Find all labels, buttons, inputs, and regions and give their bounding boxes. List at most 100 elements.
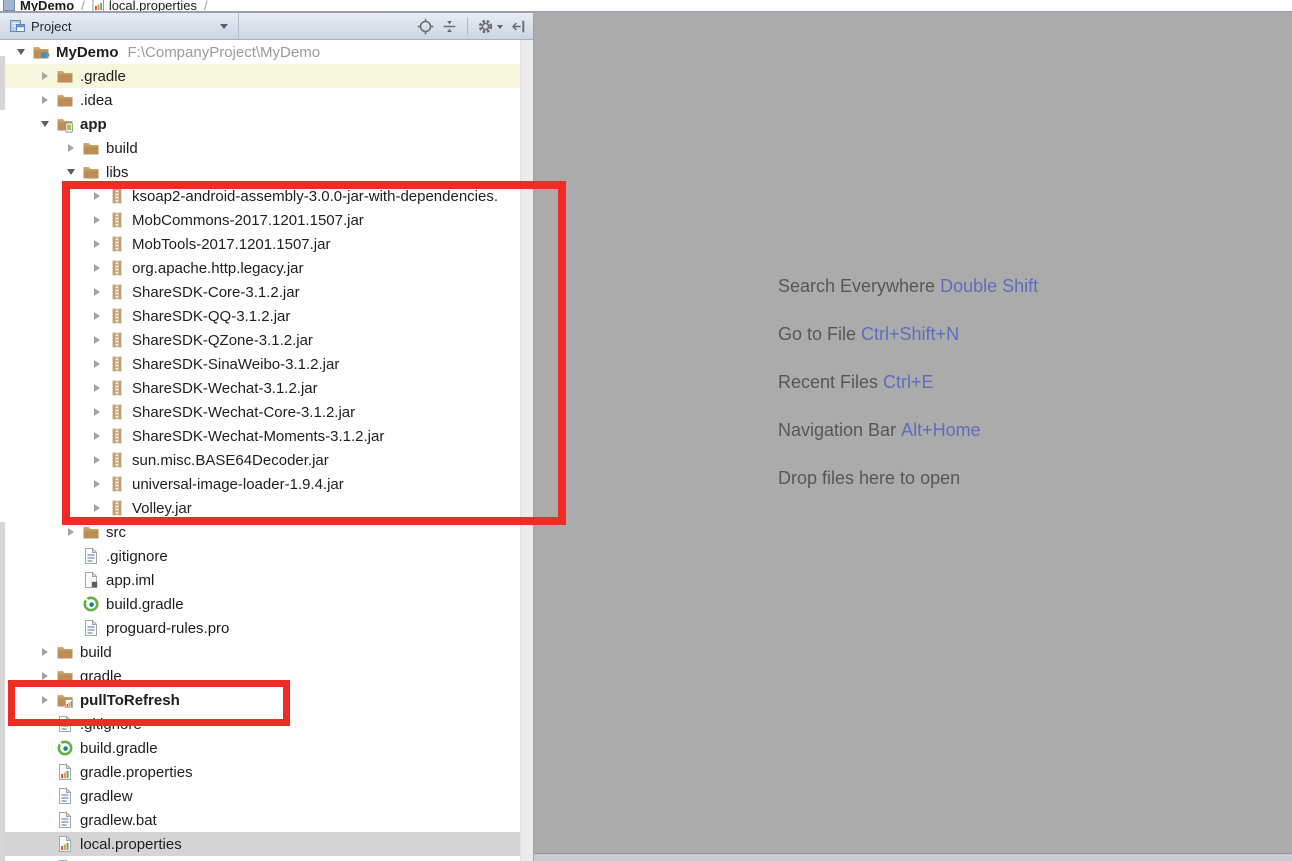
chevron-down-icon[interactable] [497, 24, 503, 29]
tree-item-label: MyDemo [56, 43, 119, 61]
chevron-collapsed-icon[interactable] [86, 280, 108, 304]
chevron-expanded-icon[interactable] [10, 40, 32, 64]
file-text-icon [56, 811, 74, 829]
project-tree: MyDemo F:\CompanyProject\MyDemo .gradle .id… [0, 40, 520, 861]
panel-toolbar [417, 18, 527, 35]
arrow-spacer [34, 712, 56, 736]
settings-gear-icon[interactable] [477, 18, 494, 35]
chevron-collapsed-icon[interactable] [86, 232, 108, 256]
tree-row-Volley.jar[interactable]: Volley.jar [0, 496, 520, 520]
tree-row-MobCommons-2017.1201.1507.jar[interactable]: MobCommons-2017.1201.1507.jar [0, 208, 520, 232]
tree-row-app.iml[interactable]: app.iml [0, 568, 520, 592]
arrow-spacer [34, 856, 56, 861]
tree-row-ksoap2-android-assembly-3.0.0-jar-with-dependencies.[interactable]: ksoap2-android-assembly-3.0.0-jar-with-d… [0, 184, 520, 208]
tree-row-.gitignore[interactable]: .gitignore [0, 544, 520, 568]
tree-item-label: app.iml [106, 571, 155, 589]
collapse-all-icon[interactable] [441, 18, 458, 35]
tree-row-ShareSDK-Wechat-Moments-3.1.2.jar[interactable]: ShareSDK-Wechat-Moments-3.1.2.jar [0, 424, 520, 448]
chevron-collapsed-icon[interactable] [60, 520, 82, 544]
chevron-collapsed-icon[interactable] [86, 472, 108, 496]
locate-icon[interactable] [417, 18, 434, 35]
tree-row-ShareSDK-QZone-3.1.2.jar[interactable]: ShareSDK-QZone-3.1.2.jar [0, 328, 520, 352]
chevron-expanded-icon[interactable] [60, 160, 82, 184]
tree-row-build.gradle[interactable]: build.gradle [0, 592, 520, 616]
tree-row-build.gradle[interactable]: build.gradle [0, 736, 520, 760]
tree-row-src[interactable]: src [0, 520, 520, 544]
tree-row-local.properties[interactable]: local.properties [0, 832, 520, 856]
tree-row-gradle[interactable]: gradle [0, 664, 520, 688]
tree-row-pullToRefresh[interactable]: pullToRefresh [0, 688, 520, 712]
tree-row-libs[interactable]: libs [0, 160, 520, 184]
chevron-collapsed-icon[interactable] [86, 328, 108, 352]
chevron-collapsed-icon[interactable] [34, 88, 56, 112]
tree-row-ShareSDK-SinaWeibo-3.1.2.jar[interactable]: ShareSDK-SinaWeibo-3.1.2.jar [0, 352, 520, 376]
tree-row-org.apache.http.legacy.jar[interactable]: org.apache.http.legacy.jar [0, 256, 520, 280]
tree-row-MyDemo[interactable]: MyDemo F:\CompanyProject\MyDemo [0, 40, 520, 64]
shortcut-keys: Ctrl+Shift+N [861, 324, 960, 344]
tree-item-label: gradle [80, 667, 122, 685]
project-icon [3, 0, 16, 11]
jar-icon [108, 355, 126, 373]
folder-icon [56, 667, 74, 685]
tree-row-universal-image-loader-1.9.4.jar[interactable]: universal-image-loader-1.9.4.jar [0, 472, 520, 496]
hide-panel-icon[interactable] [510, 18, 527, 35]
tree-row-ShareSDK-Wechat-3.1.2.jar[interactable]: ShareSDK-Wechat-3.1.2.jar [0, 376, 520, 400]
properties-file-icon [92, 0, 105, 11]
navigation-bar: MyDemo / local.properties / [0, 0, 1292, 12]
tree-item-label: app [80, 115, 107, 133]
chevron-collapsed-icon[interactable] [86, 208, 108, 232]
tree-row-proguard-rules.pro[interactable]: proguard-rules.pro [0, 616, 520, 640]
chevron-collapsed-icon[interactable] [34, 664, 56, 688]
chevron-collapsed-icon[interactable] [34, 64, 56, 88]
jar-icon [108, 379, 126, 397]
chevron-collapsed-icon[interactable] [34, 640, 56, 664]
chevron-collapsed-icon[interactable] [86, 352, 108, 376]
shortcut-keys: Ctrl+E [883, 372, 934, 392]
breadcrumb-file[interactable]: local.properties [109, 0, 197, 11]
chevron-expanded-icon[interactable] [34, 112, 56, 136]
tree-row-app[interactable]: app [0, 112, 520, 136]
shortcut-hint: Recent Files Ctrl+E [778, 372, 1038, 394]
chevron-collapsed-icon[interactable] [86, 184, 108, 208]
tree-row-gradlew[interactable]: gradlew [0, 784, 520, 808]
folder-icon [82, 139, 100, 157]
folder-icon [56, 643, 74, 661]
gradle-icon [56, 739, 74, 757]
chevron-down-icon[interactable] [220, 24, 228, 29]
tree-item-label: sun.misc.BASE64Decoder.jar [132, 451, 329, 469]
tree-row-build[interactable]: build [0, 136, 520, 160]
chevron-collapsed-icon[interactable] [86, 376, 108, 400]
chevron-collapsed-icon[interactable] [60, 136, 82, 160]
arrow-spacer [34, 760, 56, 784]
tree-item-label: src [106, 523, 126, 541]
tree-row-sun.misc.BASE64Decoder.jar[interactable]: sun.misc.BASE64Decoder.jar [0, 448, 520, 472]
tree-scrollbar[interactable] [520, 40, 533, 861]
chevron-collapsed-icon[interactable] [86, 448, 108, 472]
tree-item-label: pullToRefresh [80, 691, 180, 709]
chevron-collapsed-icon[interactable] [86, 256, 108, 280]
tree-row-gradle.properties[interactable]: gradle.properties [0, 760, 520, 784]
chevron-collapsed-icon[interactable] [86, 304, 108, 328]
tree-row-.idea[interactable]: .idea [0, 88, 520, 112]
panel-splitter[interactable] [533, 12, 534, 861]
tree-row-gradlew.bat[interactable]: gradlew.bat [0, 808, 520, 832]
editor-shortcut-hints: Search Everywhere Double Shift Go to File… [778, 276, 1038, 516]
project-panel-header: Project [0, 12, 533, 40]
tree-row-ShareSDK-Wechat-Core-3.1.2.jar[interactable]: ShareSDK-Wechat-Core-3.1.2.jar [0, 400, 520, 424]
tree-row-build[interactable]: build [0, 640, 520, 664]
breadcrumb-separator: / [81, 0, 85, 12]
tree-row-ShareSDK-Core-3.1.2.jar[interactable]: ShareSDK-Core-3.1.2.jar [0, 280, 520, 304]
chevron-collapsed-icon[interactable] [86, 400, 108, 424]
tree-row-MobTools-2017.1201.1507.jar[interactable]: MobTools-2017.1201.1507.jar [0, 232, 520, 256]
tree-item-label: proguard-rules.pro [106, 619, 230, 637]
breadcrumb-project[interactable]: MyDemo [20, 0, 74, 11]
arrow-spacer [60, 544, 82, 568]
chevron-collapsed-icon[interactable] [34, 688, 56, 712]
tree-item-label: ShareSDK-Wechat-Moments-3.1.2.jar [132, 427, 385, 445]
chevron-collapsed-icon[interactable] [86, 424, 108, 448]
chevron-collapsed-icon[interactable] [86, 496, 108, 520]
tree-row-ShareSDK-QQ-3.1.2.jar[interactable]: ShareSDK-QQ-3.1.2.jar [0, 304, 520, 328]
tree-row-.gitignore[interactable]: .gitignore [0, 712, 520, 736]
tree-row-partial[interactable] [0, 856, 520, 861]
tree-row-.gradle[interactable]: .gradle [0, 64, 520, 88]
